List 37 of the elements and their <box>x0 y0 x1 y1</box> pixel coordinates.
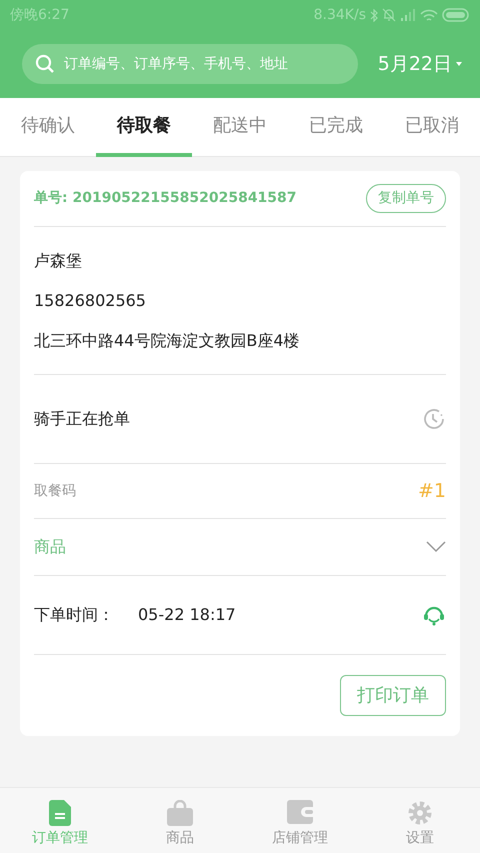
order-time-label: 下单时间： <box>34 604 114 626</box>
date-selector[interactable]: 5月22日 <box>378 50 462 78</box>
order-status-tab[interactable]: 配送中 <box>192 98 288 157</box>
status-time: 傍晚6:27 <box>10 6 70 24</box>
bluetooth-icon <box>370 8 378 22</box>
battery-icon <box>442 8 470 22</box>
pickup-code-label: 取餐码 <box>34 482 76 500</box>
order-time: 05-22 18:17 <box>138 604 236 626</box>
bottom-nav-item[interactable]: 店铺管理 <box>240 788 360 853</box>
goods-expander[interactable]: 商品 <box>34 519 446 576</box>
order-status-tab[interactable]: 待确认 <box>0 98 96 157</box>
rider-status: 骑手正在抢单 <box>34 408 130 430</box>
document-icon <box>49 800 71 826</box>
order-number: 单号: 20190522155852025841587 <box>34 189 297 208</box>
search-field[interactable]: 订单编号、订单序号、手机号、地址 <box>22 44 358 84</box>
wallet-icon <box>287 800 313 824</box>
clock-icon <box>422 407 446 431</box>
bottom-nav-item[interactable]: 商品 <box>120 788 240 853</box>
order-status-tab[interactable]: 待取餐 <box>96 98 192 157</box>
network-speed: 8.34K/s <box>314 6 366 24</box>
customer-address: 北三环中路44号院海淀文教园B座4楼 <box>34 330 301 352</box>
signal-icon <box>400 9 416 21</box>
bottom-nav-item[interactable]: 设置 <box>360 788 480 853</box>
bag-icon <box>167 800 193 826</box>
mute-icon <box>382 8 396 22</box>
customer-phone: 15826802565 <box>34 290 147 312</box>
settings-icon <box>407 800 433 826</box>
customer-name: 卢森堡 <box>34 250 83 272</box>
wifi-icon <box>420 8 438 22</box>
order-status-tab[interactable]: 已取消 <box>384 98 480 157</box>
copy-order-number-button[interactable]: 复制单号 <box>366 184 446 213</box>
bottom-nav-item[interactable]: 订单管理 <box>0 788 120 853</box>
pickup-code: #1 <box>418 478 446 504</box>
caret-icon <box>456 62 462 66</box>
order-status-tab[interactable]: 已完成 <box>288 98 384 157</box>
chevron-icon <box>426 541 446 553</box>
print-order-button[interactable]: 打印订单 <box>340 674 446 716</box>
